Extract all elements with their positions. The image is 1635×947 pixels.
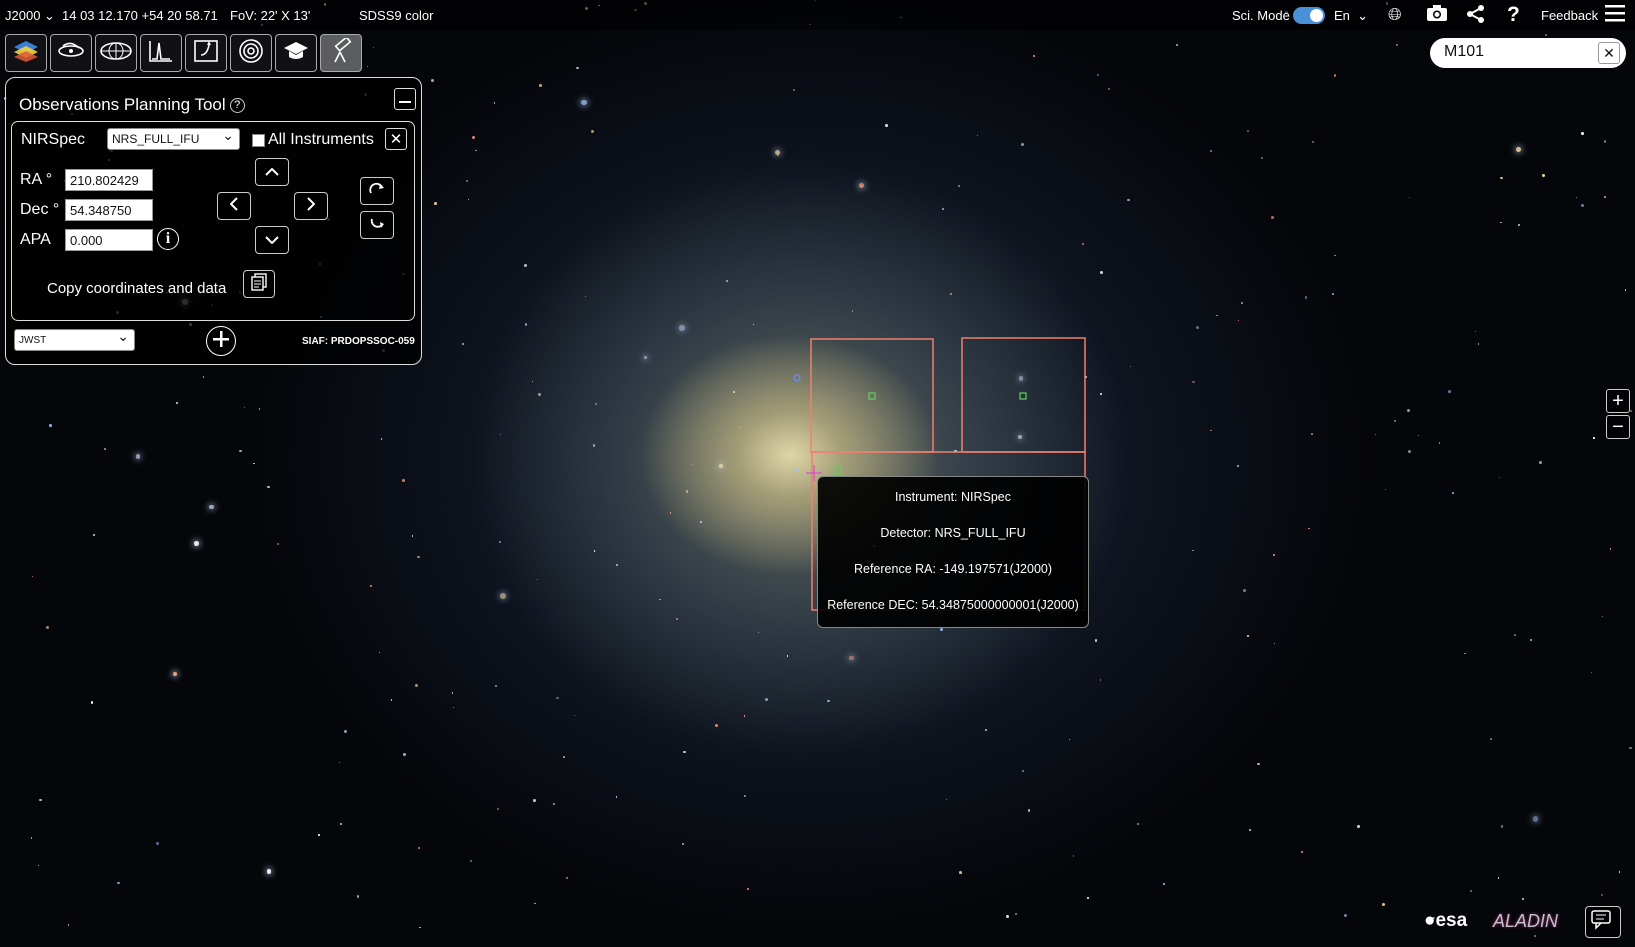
share-icon[interactable] xyxy=(1466,4,1486,27)
spectra-button[interactable] xyxy=(140,34,182,72)
help-icon[interactable]: ? xyxy=(229,98,245,113)
tooltip-detector: Detector: NRS_FULL_IFU xyxy=(880,526,1026,540)
instrument-section: NIRSpec NRS_FULL_IFU All Instruments ✕ R… xyxy=(11,121,415,321)
instrument-name: NIRSpec xyxy=(21,131,86,148)
chat-icon xyxy=(1591,909,1615,935)
minus-icon: − xyxy=(1612,415,1624,438)
tooltip-reference-dec: Reference DEC: 54.34875000000001(J2000) xyxy=(827,598,1079,612)
minimize-button[interactable] xyxy=(394,88,416,110)
close-icon: ✕ xyxy=(1603,44,1615,61)
observations-planning-panel: Observations Planning Tool? NIRSpec NRS_… xyxy=(5,77,422,365)
plus-icon xyxy=(213,330,229,352)
footprint-button[interactable] xyxy=(185,34,227,72)
target-button[interactable] xyxy=(230,34,272,72)
education-icon xyxy=(283,40,309,67)
info-icon[interactable]: i xyxy=(157,228,179,250)
chevron-left-icon xyxy=(229,196,238,216)
field-of-view: FoV: 22' X 13' xyxy=(230,8,311,23)
target-search-input[interactable] xyxy=(1444,43,1584,61)
sci-mode-label: Sci. Mode xyxy=(1232,8,1290,23)
rotate-ccw-icon xyxy=(369,216,385,235)
all-instruments-label: All Instruments xyxy=(268,131,374,148)
help-icon[interactable]: ? xyxy=(1507,3,1520,27)
target-search: ✕ xyxy=(1430,38,1626,68)
camera-icon[interactable] xyxy=(1426,4,1448,25)
copy-coordinates-label: Copy coordinates and data xyxy=(47,280,227,297)
apa-input[interactable] xyxy=(65,229,153,251)
dec-input[interactable] xyxy=(65,199,153,221)
galaxy-button[interactable] xyxy=(50,34,92,72)
top-bar: J2000 ⌄ 14 03 12.170 +54 20 58.71 FoV: 2… xyxy=(0,0,1635,30)
catalog-button[interactable] xyxy=(95,34,137,72)
siaf-version: SIAF: PRDOPSSOC-059 xyxy=(302,336,415,347)
detector-select[interactable]: NRS_FULL_IFU xyxy=(107,127,240,150)
feedback-link[interactable]: Feedback xyxy=(1541,8,1598,23)
chevron-down-icon: ⌄ xyxy=(1357,8,1369,23)
footprint-rect-2 xyxy=(961,337,1086,453)
spectra-icon xyxy=(148,39,174,68)
layers-button[interactable] xyxy=(5,34,47,72)
rotate-counterclockwise-button[interactable] xyxy=(360,211,394,239)
chevron-up-icon xyxy=(265,163,279,181)
menu-icon[interactable] xyxy=(1605,4,1625,25)
aladin-logo: ALADIN xyxy=(1493,911,1559,931)
mission-select[interactable]: JWST xyxy=(14,328,135,351)
chevron-down-icon: ⌄ xyxy=(44,8,55,23)
rotate-clockwise-button[interactable] xyxy=(360,177,394,205)
source-marker-3 xyxy=(833,466,842,475)
catalog-icon xyxy=(100,41,132,66)
ra-input[interactable] xyxy=(65,169,153,191)
tooltip-instrument: Instrument: NIRSpec xyxy=(894,490,1011,504)
cursor-coordinates: 14 03 12.170 +54 20 58.71 xyxy=(62,8,218,23)
galaxy-icon xyxy=(57,40,85,67)
rotate-cw-icon xyxy=(369,182,385,201)
education-button[interactable] xyxy=(275,34,317,72)
close-icon: ✕ xyxy=(389,131,403,148)
telescope-button[interactable] xyxy=(320,34,362,72)
panel-title: Observations Planning Tool? xyxy=(19,95,245,115)
zoom-out-button[interactable]: − xyxy=(1606,415,1630,439)
chat-button[interactable] xyxy=(1585,906,1621,938)
source-marker-1 xyxy=(868,392,876,400)
zoom-in-button[interactable]: + xyxy=(1606,389,1630,413)
footprint-rect-1 xyxy=(810,338,934,453)
copy-coordinates-button[interactable] xyxy=(243,270,275,298)
source-marker-blue xyxy=(793,374,801,382)
chevron-down-icon xyxy=(265,231,279,249)
move-up-button[interactable] xyxy=(255,158,289,186)
minus-icon xyxy=(399,90,411,108)
apa-label: APA xyxy=(20,231,51,248)
layers-icon xyxy=(13,39,39,68)
ra-label: RA ° xyxy=(20,171,53,188)
all-instruments-checkbox[interactable] xyxy=(252,134,265,147)
clipboard-icon xyxy=(251,272,267,296)
move-left-button[interactable] xyxy=(217,192,251,220)
frame-selector[interactable]: J2000 ⌄ xyxy=(5,8,55,24)
dec-label: Dec ° xyxy=(20,201,60,218)
language-selector[interactable]: En ⌄ xyxy=(1334,8,1368,24)
add-instrument-button[interactable] xyxy=(206,326,236,356)
chevron-right-icon xyxy=(307,196,316,216)
esa-mark-icon: ● xyxy=(1424,910,1436,931)
remove-instrument-button[interactable]: ✕ xyxy=(385,128,407,150)
plus-icon: + xyxy=(1612,389,1624,412)
tooltip-reference-ra: Reference RA: -149.197571(J2000) xyxy=(853,562,1053,576)
move-down-button[interactable] xyxy=(255,226,289,254)
globe-icon[interactable]: 🌐︎ xyxy=(1388,5,1402,25)
telescope-icon xyxy=(328,35,354,69)
clear-search-button[interactable]: ✕ xyxy=(1598,42,1620,64)
footprint-tooltip: Instrument: NIRSpec Detector: NRS_FULL_I… xyxy=(817,476,1089,628)
move-right-button[interactable] xyxy=(294,192,328,220)
target-icon xyxy=(238,38,264,69)
survey-name[interactable]: SDSS9 color xyxy=(359,8,433,23)
source-marker-2 xyxy=(1019,392,1027,400)
esa-logo: ●esa xyxy=(1424,910,1468,931)
footprint-icon xyxy=(193,39,219,68)
sci-mode-toggle[interactable] xyxy=(1293,7,1325,24)
